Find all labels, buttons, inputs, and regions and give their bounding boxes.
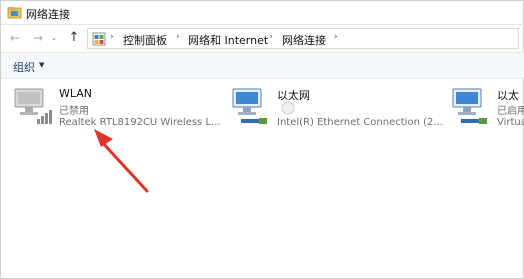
connection-item-ethernet[interactable]: 以太网 Intel(R) Ethernet Connection (2... <box>229 85 451 141</box>
breadcrumb-separator-icon: › <box>110 32 114 42</box>
connection-item-wlan[interactable]: WLAN 已禁用 Realtek RTL8192CU Wireless L... <box>11 85 231 141</box>
network-connections-window: 网络连接 ← → ⌄ ↑ › 控制面板 › 网络和 Internet › 网络连… <box>0 0 524 279</box>
breadcrumb-control-panel[interactable]: 控制面板 <box>123 32 167 48</box>
connection-name: 以太 <box>497 89 519 102</box>
connection-item-ethernet-2[interactable]: 以太 已启用 Virtua <box>449 85 524 141</box>
window-title: 网络连接 <box>26 8 70 21</box>
adapter-name: Realtek RTL8192CU Wireless L... <box>59 117 221 128</box>
organize-menu-button[interactable]: 组织 <box>13 59 35 75</box>
connection-name: WLAN <box>59 87 93 100</box>
title-bar: 网络连接 <box>1 1 524 25</box>
breadcrumb-separator-icon: › <box>269 32 273 42</box>
up-arrow-icon[interactable]: ↑ <box>67 31 81 45</box>
recent-locations-chevron-icon[interactable]: ⌄ <box>49 31 59 45</box>
breadcrumb-separator-icon: › <box>334 32 338 42</box>
ethernet-adapter-icon <box>452 88 487 124</box>
breadcrumb-separator-icon: › <box>176 32 180 42</box>
connection-status: 已启用 <box>497 106 524 117</box>
adapter-name: Virtua <box>497 117 524 128</box>
network-cable-unplugged-icon <box>281 101 295 115</box>
adapter-name: Intel(R) Ethernet Connection (2... <box>277 117 443 128</box>
connection-name: 以太网 <box>277 89 310 102</box>
ethernet-adapter-icon <box>232 88 267 124</box>
chevron-down-icon[interactable]: ▼ <box>39 61 44 69</box>
wireless-adapter-disabled-icon <box>14 88 52 124</box>
breadcrumb-network-connections[interactable]: 网络连接 <box>282 32 326 48</box>
command-bar: 组织 ▼ <box>1 53 524 79</box>
network-folder-icon <box>7 7 22 19</box>
back-arrow-icon[interactable]: ← <box>8 31 22 45</box>
control-panel-icon <box>92 32 106 46</box>
navigation-bar: ← → ⌄ ↑ › 控制面板 › 网络和 Internet › 网络连接 › <box>1 25 524 53</box>
connection-status: 已禁用 <box>59 106 89 117</box>
address-bar[interactable]: › 控制面板 › 网络和 Internet › 网络连接 › <box>87 28 519 49</box>
forward-arrow-icon[interactable]: → <box>31 31 45 45</box>
breadcrumb-network-internet[interactable]: 网络和 Internet <box>188 32 268 48</box>
